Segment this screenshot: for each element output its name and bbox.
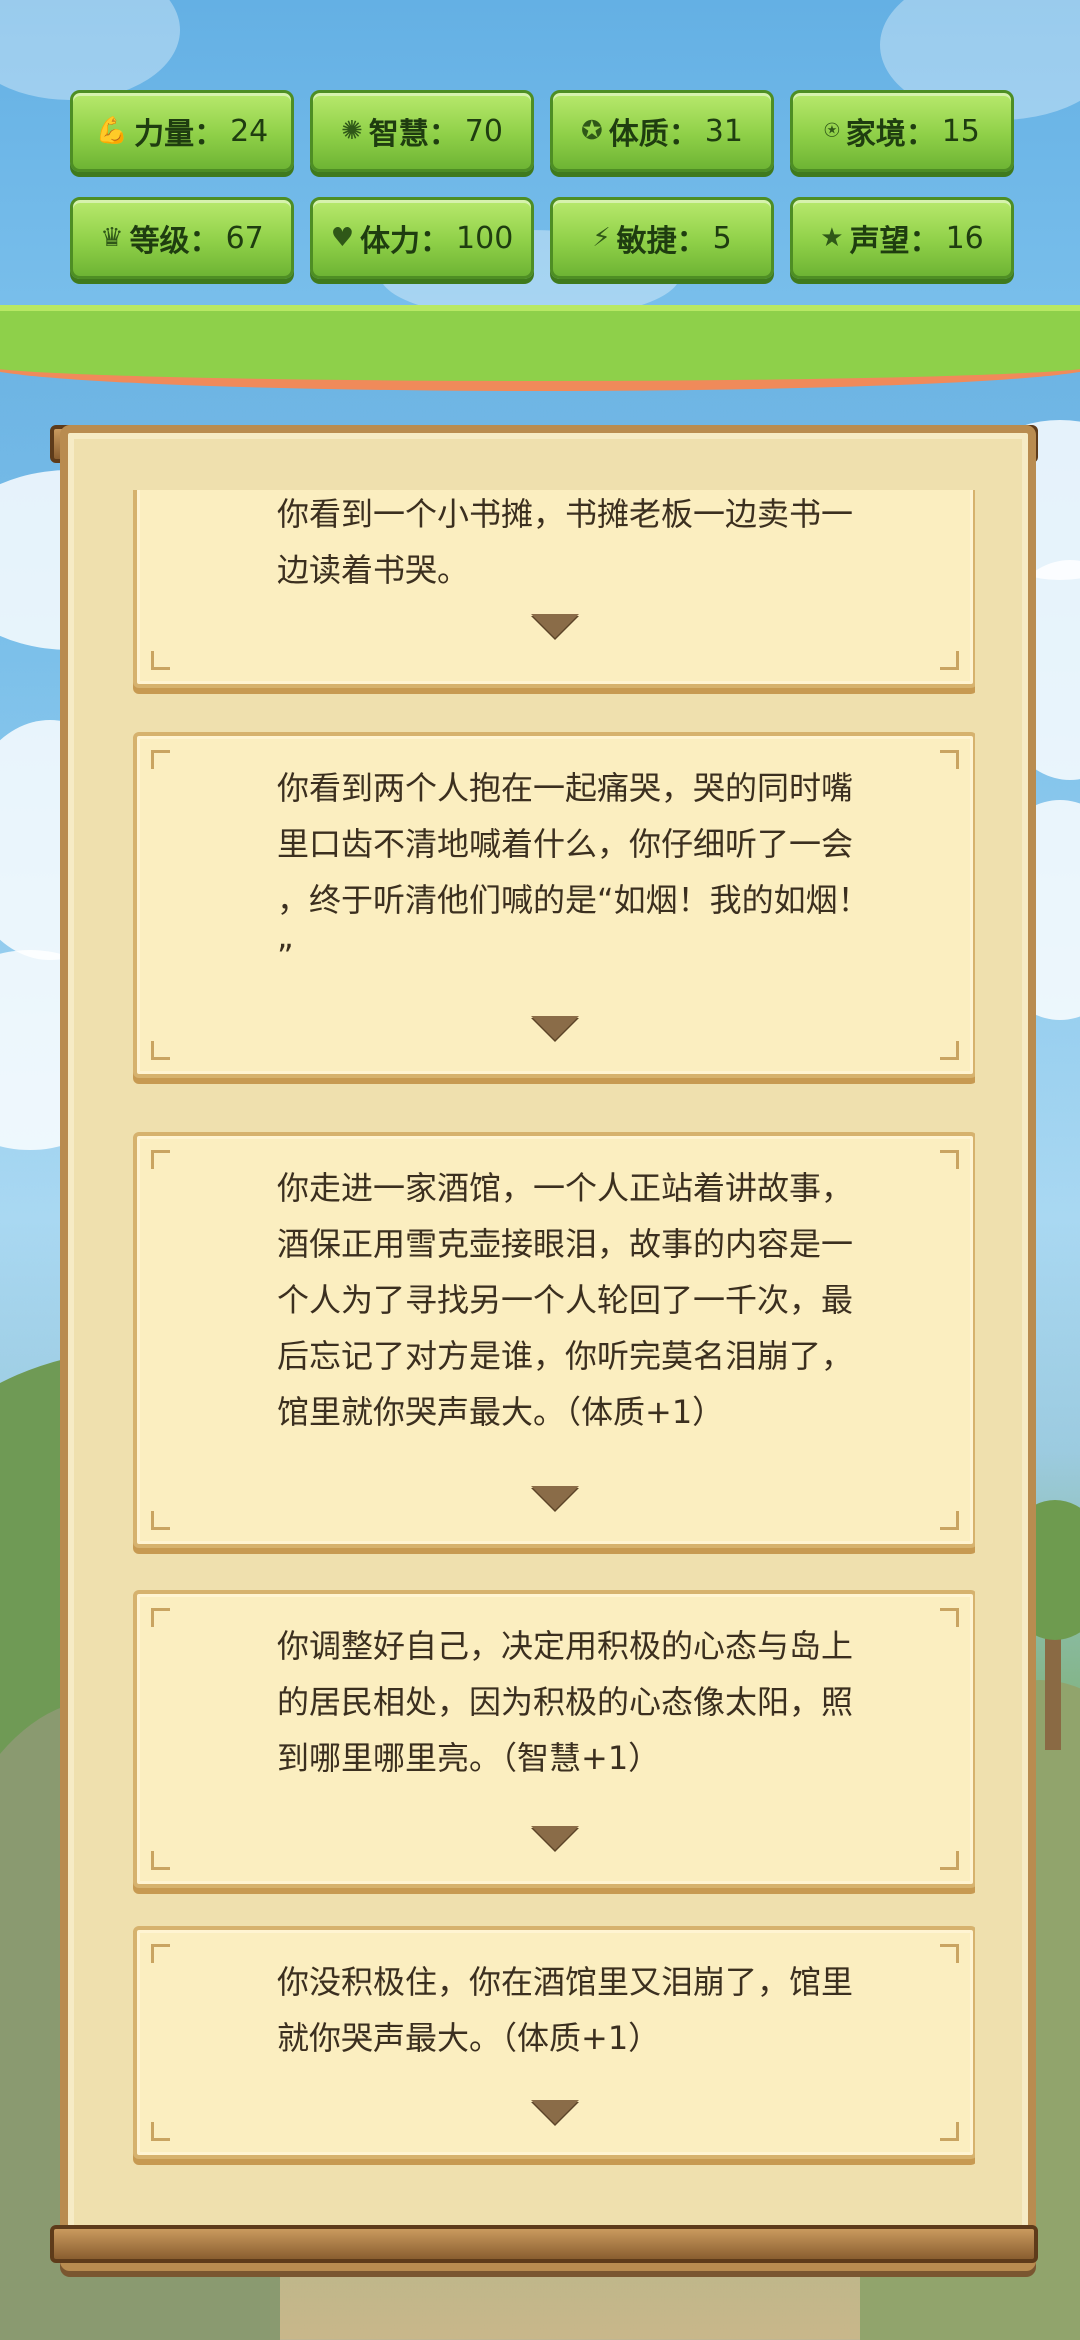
stat-label: 体质： <box>608 117 699 152</box>
event-card[interactable]: 你看到一个小书摊，书摊老板一边卖书一 边读着书哭。 <box>133 490 975 688</box>
stat-label: 体力： <box>360 224 451 259</box>
level-icon: ♛ <box>100 223 124 253</box>
stat-label: 智慧： <box>368 117 459 152</box>
event-card[interactable]: 你走进一家酒馆，一个人正站着讲故事， 酒保正用雪克壶接眼泪，故事的内容是一 个人… <box>133 1132 975 1548</box>
stat-value: 100 <box>456 220 514 256</box>
event-text: 你看到一个小书摊，书摊老板一边卖书一 边读着书哭。 <box>277 495 854 589</box>
stat-family: ⍟ 家境： 15 <box>790 90 1014 172</box>
constitution-icon: ✪ <box>581 116 603 146</box>
agility-icon: ⚡ <box>592 223 611 253</box>
stat-label: 声望： <box>849 224 940 259</box>
event-text: 你调整好自己，决定用积极的心态与岛上 的居民相处，因为积极的心态像太阳，照 到哪… <box>277 1627 854 1777</box>
expand-arrow-icon[interactable] <box>531 1016 579 1040</box>
stat-reputation: ★ 声望： 16 <box>790 197 1014 279</box>
stamina-icon: ♥ <box>330 223 355 253</box>
stat-value: 5 <box>712 220 732 256</box>
stat-wisdom: ✺ 智慧： 70 <box>310 90 534 172</box>
event-card[interactable]: 你没积极住，你在酒馆里又泪崩了，馆里 就你哭声最大。（体质+1） <box>133 1926 975 2159</box>
stat-value: 24 <box>230 113 269 149</box>
expand-arrow-icon[interactable] <box>531 2100 579 2124</box>
expand-arrow-icon[interactable] <box>531 614 579 638</box>
stat-value: 67 <box>225 220 264 256</box>
reputation-icon: ★ <box>820 223 844 253</box>
stat-value: 15 <box>941 113 980 149</box>
event-text: 你没积极住，你在酒馆里又泪崩了，馆里 就你哭声最大。（体质+1） <box>277 1963 854 2057</box>
scroll-bottom-rod <box>50 2225 1038 2263</box>
stat-stamina: ♥ 体力： 100 <box>310 197 534 279</box>
event-text: 你走进一家酒馆，一个人正站着讲故事， 酒保正用雪克壶接眼泪，故事的内容是一 个人… <box>277 1169 854 1431</box>
event-text: 你看到两个人抱在一起痛哭，哭的同时嘴 里口齿不清地喊着什么，你仔细听了一会 ，终… <box>277 769 870 975</box>
wisdom-icon: ✺ <box>341 116 363 146</box>
stat-value: 31 <box>704 113 743 149</box>
stat-label: 家境： <box>845 117 936 152</box>
event-card[interactable]: 你看到两个人抱在一起痛哭，哭的同时嘴 里口齿不清地喊着什么，你仔细听了一会 ，终… <box>133 732 975 1078</box>
stat-label: 等级： <box>129 224 220 259</box>
stat-value: 16 <box>945 220 984 256</box>
expand-arrow-icon[interactable] <box>531 1826 579 1850</box>
stat-label: 敏捷： <box>616 224 707 259</box>
stat-strength: 💪 力量： 24 <box>70 90 294 172</box>
strength-icon: 💪 <box>95 116 129 146</box>
expand-arrow-icon[interactable] <box>531 1486 579 1510</box>
stat-value: 70 <box>464 113 503 149</box>
stat-constitution: ✪ 体质： 31 <box>550 90 774 172</box>
stat-label: 力量： <box>134 117 225 152</box>
grass-divider <box>0 305 1080 391</box>
stats-header <box>0 0 1080 345</box>
family-icon: ⍟ <box>824 115 840 146</box>
event-feed[interactable]: 你看到一个小书摊，书摊老板一边卖书一 边读着书哭。 你看到两个人抱在一起痛哭，哭… <box>105 490 975 2165</box>
stat-agility: ⚡ 敏捷： 5 <box>550 197 774 279</box>
stat-level: ♛ 等级： 67 <box>70 197 294 279</box>
event-card[interactable]: 你调整好自己，决定用积极的心态与岛上 的居民相处，因为积极的心态像太阳，照 到哪… <box>133 1590 975 1888</box>
